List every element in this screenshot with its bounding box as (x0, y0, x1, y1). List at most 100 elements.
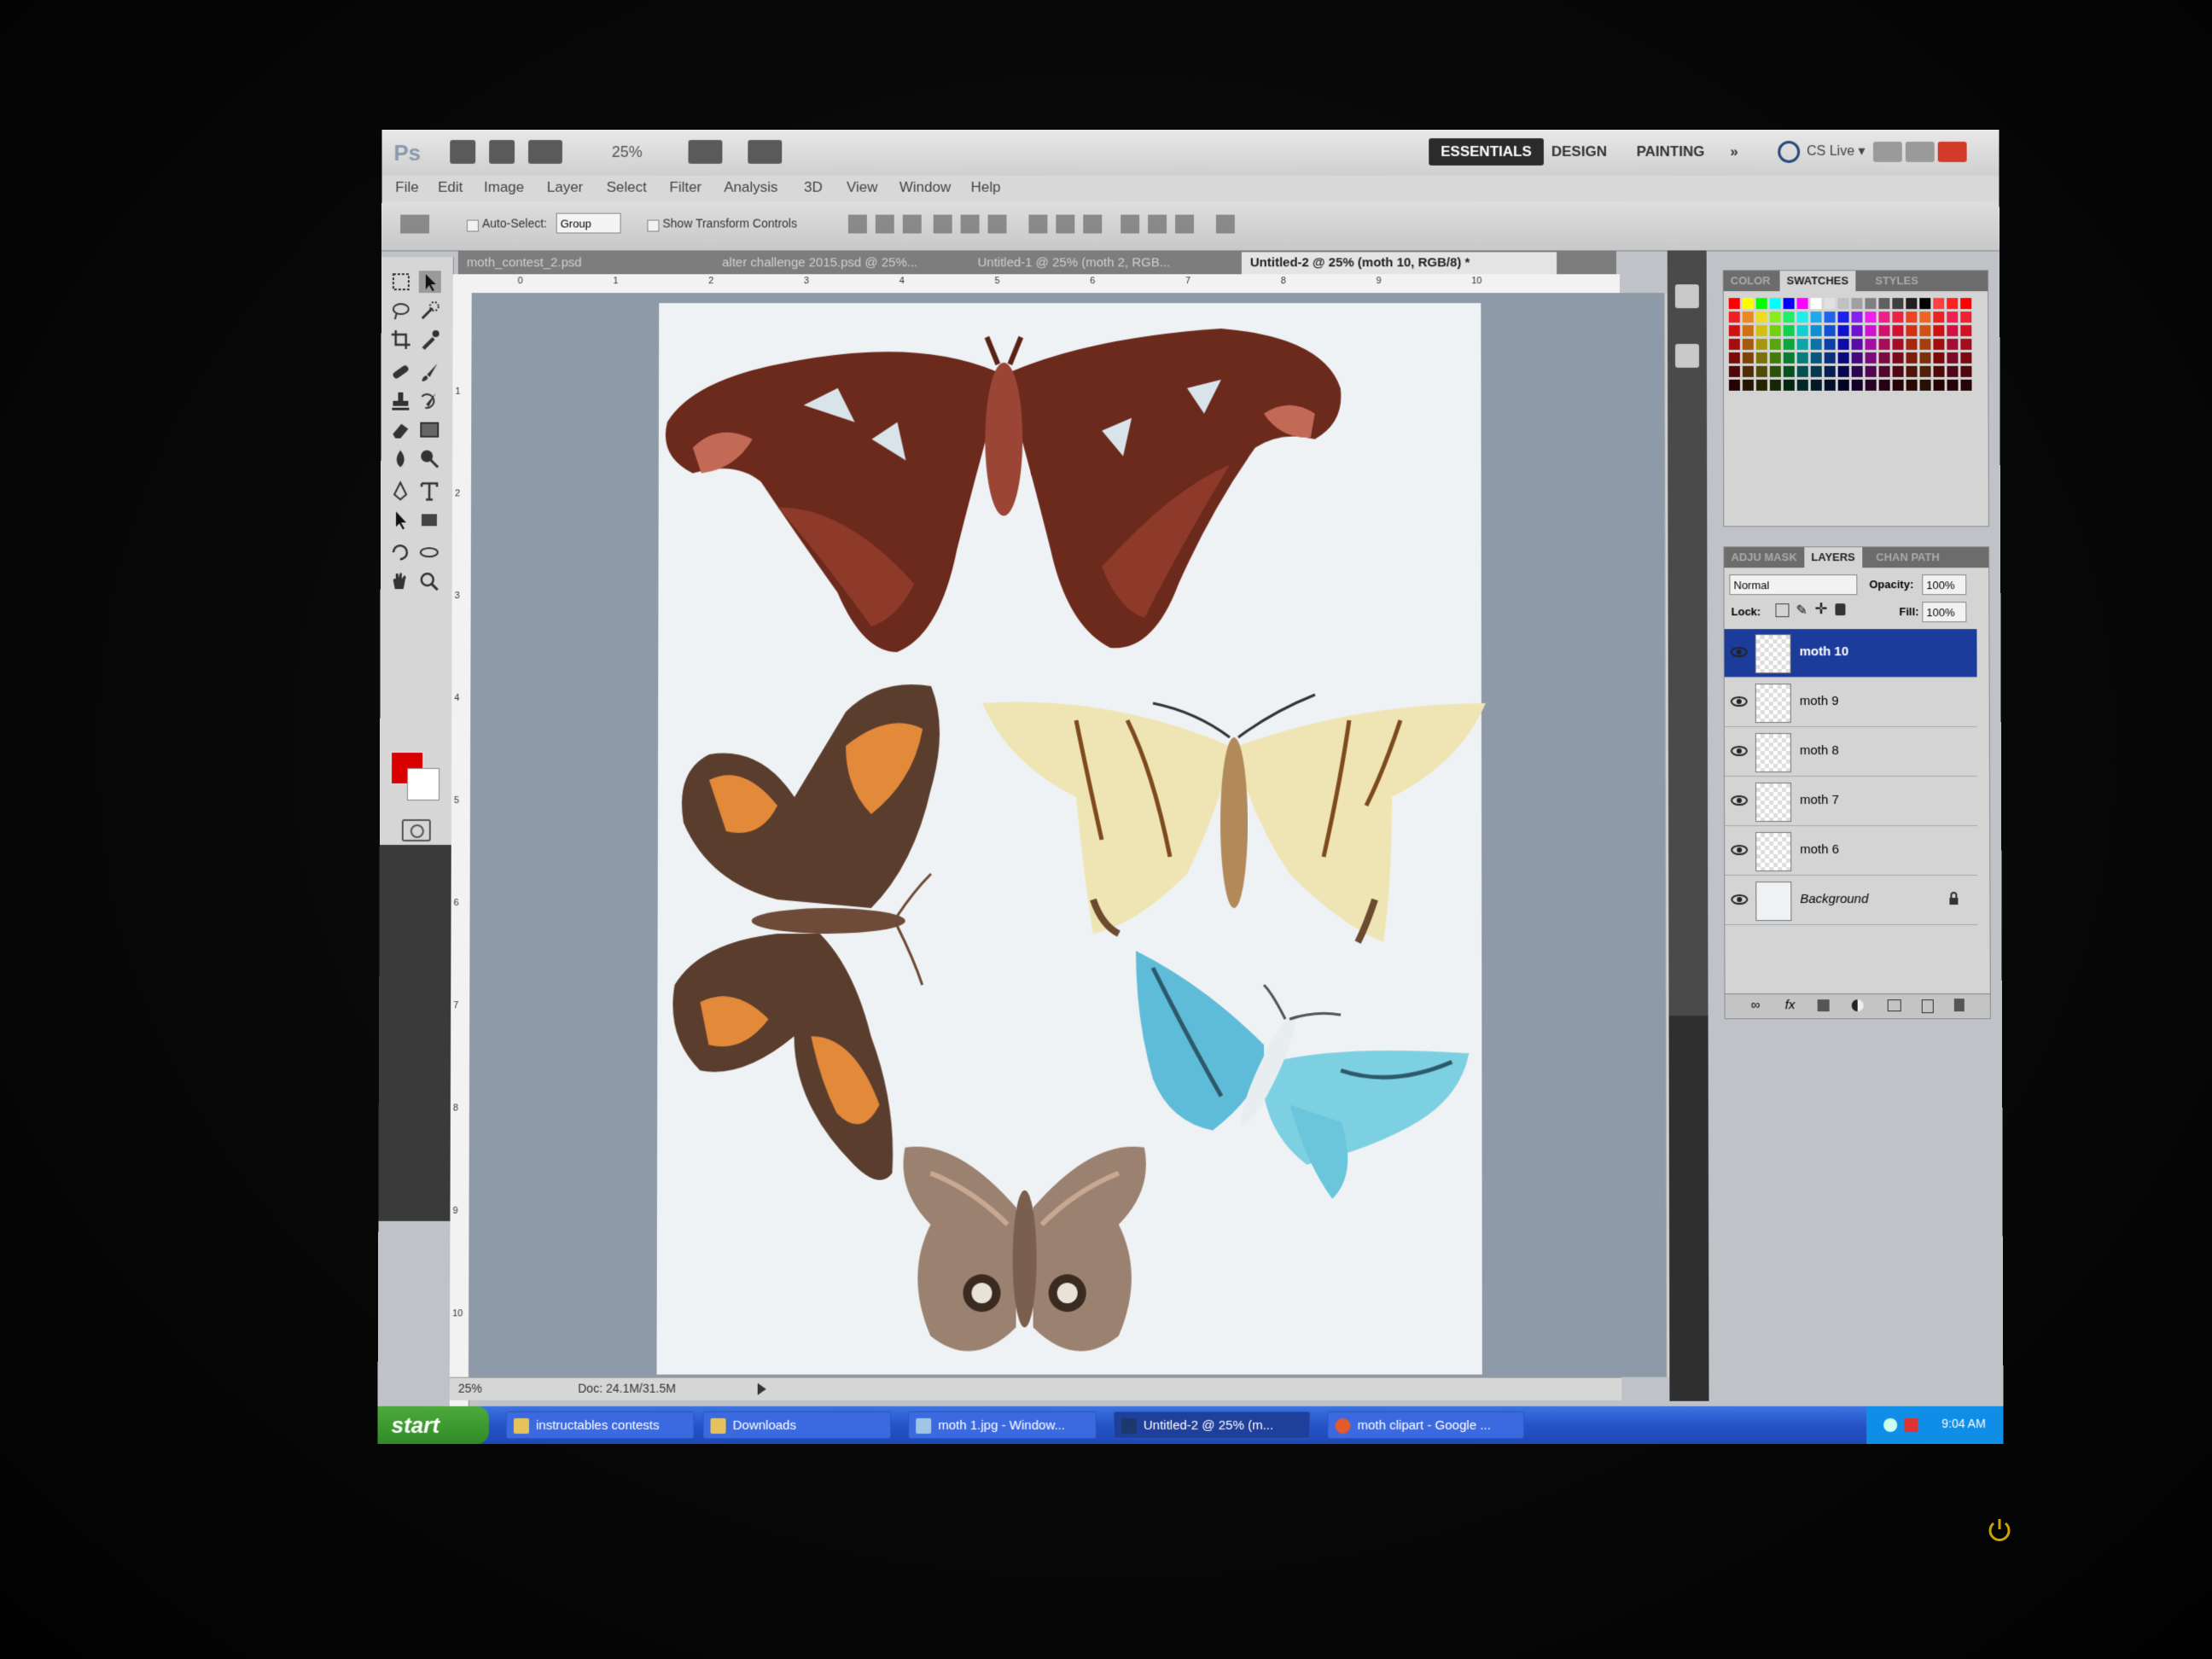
menu-filter[interactable]: Filter (669, 179, 701, 196)
color-swatch[interactable] (1810, 379, 1822, 391)
crop-tool-icon[interactable] (390, 329, 412, 351)
color-swatch[interactable] (1947, 298, 1959, 310)
rectangle-tool-icon[interactable] (418, 509, 440, 531)
color-swatch[interactable] (1919, 379, 1931, 391)
color-swatch[interactable] (1742, 365, 1754, 377)
color-swatch[interactable] (1728, 311, 1740, 323)
layer-name[interactable]: Background (1800, 892, 1868, 906)
maximize-button[interactable] (1905, 142, 1935, 162)
visibility-eye-icon[interactable] (1730, 694, 1749, 709)
align-bottom-icon[interactable] (902, 214, 922, 234)
color-swatch[interactable] (1783, 325, 1795, 336)
color-swatch[interactable] (1878, 325, 1890, 336)
zoom-level[interactable]: 25% (612, 140, 663, 164)
visibility-eye-icon[interactable] (1730, 842, 1749, 858)
color-swatch[interactable] (1810, 298, 1822, 310)
color-swatch[interactable] (1919, 325, 1931, 336)
align-vcenter-icon[interactable] (875, 214, 894, 234)
color-swatch[interactable] (1906, 338, 1918, 350)
color-swatch[interactable] (1892, 311, 1904, 323)
pen-tool-icon[interactable] (389, 480, 411, 502)
distribute-vcenter-icon[interactable] (1056, 214, 1075, 234)
color-swatch[interactable] (1728, 352, 1740, 364)
color-swatch[interactable] (1906, 298, 1918, 310)
color-swatch[interactable] (1919, 298, 1931, 310)
workspace-painting[interactable]: PAINTING (1625, 138, 1717, 166)
color-swatch[interactable] (1933, 325, 1945, 336)
color-swatch[interactable] (1960, 298, 1972, 310)
color-swatch[interactable] (1933, 365, 1945, 377)
arrange-documents-icon[interactable] (688, 140, 723, 164)
menu-layer[interactable]: Layer (547, 179, 583, 196)
quick-selection-tool-icon[interactable] (419, 300, 441, 322)
color-swatch[interactable] (1837, 298, 1849, 310)
tab-document-1[interactable]: moth_contest_2.psd (458, 252, 722, 274)
layer-style-icon[interactable]: fx (1785, 998, 1796, 1012)
color-swatch[interactable] (1824, 338, 1836, 350)
color-swatch[interactable] (1742, 338, 1754, 350)
start-button[interactable]: start (377, 1406, 489, 1445)
color-swatch[interactable] (1851, 352, 1863, 364)
distribute-bottom-icon[interactable] (1083, 214, 1103, 234)
blue-moth-image[interactable] (1135, 951, 1478, 1208)
color-swatch[interactable] (1851, 338, 1863, 350)
color-swatch[interactable] (1824, 325, 1836, 336)
color-swatch[interactable] (1933, 298, 1945, 310)
lasso-tool-icon[interactable] (390, 300, 412, 322)
visibility-eye-icon[interactable] (1730, 644, 1749, 660)
close-button[interactable] (1937, 142, 1967, 162)
tab-document-3[interactable]: Untitled-1 @ 25% (moth 2, RGB... (969, 252, 1242, 274)
color-swatch[interactable] (1755, 338, 1767, 350)
layer-row[interactable]: moth 8 (1724, 728, 1977, 777)
eraser-tool-icon[interactable] (389, 419, 411, 441)
blur-tool-icon[interactable] (389, 448, 411, 470)
3d-rotate-tool-icon[interactable] (389, 541, 411, 563)
layer-name[interactable]: moth 6 (1800, 842, 1839, 857)
color-swatch[interactable] (1837, 365, 1849, 377)
color-swatch[interactable] (1728, 379, 1740, 391)
color-swatch[interactable] (1947, 379, 1959, 391)
fill-field[interactable]: 100% (1922, 602, 1967, 623)
color-swatch[interactable] (1769, 352, 1781, 364)
color-swatch[interactable] (1837, 325, 1849, 336)
color-swatch[interactable] (1783, 311, 1795, 323)
color-swatch[interactable] (1810, 352, 1822, 364)
color-swatch[interactable] (1755, 365, 1767, 377)
color-swatch[interactable] (1947, 311, 1959, 323)
layer-name[interactable]: moth 9 (1800, 694, 1839, 708)
distribute-top-icon[interactable] (1028, 214, 1048, 234)
layer-name[interactable]: moth 8 (1800, 743, 1839, 758)
add-mask-icon[interactable] (1817, 999, 1830, 1012)
color-swatch[interactable] (1796, 311, 1808, 323)
hand-tool-icon[interactable] (389, 570, 411, 592)
color-swatch[interactable] (1960, 311, 1972, 323)
align-hcenter-icon[interactable] (960, 214, 980, 234)
tab-swatches[interactable]: SWATCHES (1779, 271, 1856, 292)
color-swatch[interactable] (1947, 338, 1959, 350)
color-swatch[interactable] (1796, 325, 1808, 336)
color-swatch[interactable] (1837, 311, 1849, 323)
brush-tool-icon[interactable] (418, 361, 440, 383)
new-layer-icon[interactable] (1921, 999, 1934, 1014)
type-tool-icon[interactable] (418, 480, 440, 502)
color-swatch[interactable] (1865, 325, 1877, 336)
layer-row[interactable]: Background (1725, 876, 1978, 926)
color-swatch[interactable] (1742, 325, 1754, 336)
color-swatch[interactable] (1783, 379, 1795, 391)
eyedropper-tool-icon[interactable] (419, 329, 441, 351)
taskbar-item[interactable]: Untitled-2 @ 25% (m... (1113, 1411, 1311, 1440)
color-swatch[interactable] (1769, 311, 1781, 323)
screen-mode-icon[interactable] (748, 140, 783, 164)
zoom-tool-icon[interactable] (418, 570, 440, 592)
menu-view[interactable]: View (847, 179, 877, 196)
layer-row[interactable]: moth 9 (1724, 678, 1977, 728)
menu-file[interactable]: File (395, 179, 418, 196)
move-tool-preset-icon[interactable] (400, 214, 430, 234)
menu-window[interactable]: Window (899, 179, 951, 196)
color-swatch[interactable] (1878, 352, 1890, 364)
color-swatch[interactable] (1728, 298, 1740, 310)
color-swatch[interactable] (1796, 352, 1808, 364)
color-swatch[interactable] (1892, 379, 1904, 391)
color-swatch[interactable] (1783, 338, 1795, 350)
color-swatch[interactable] (1851, 311, 1863, 323)
